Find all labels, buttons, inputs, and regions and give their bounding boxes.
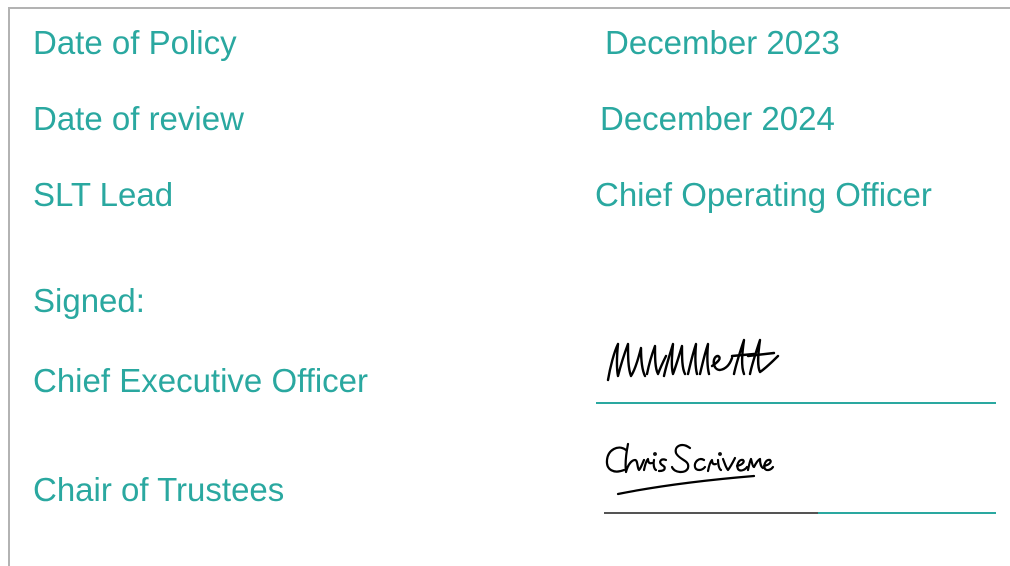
date-of-review-value: December 2024 bbox=[600, 100, 835, 137]
date-of-policy-value: December 2023 bbox=[605, 24, 840, 61]
slt-lead-label: SLT Lead bbox=[33, 176, 174, 213]
ceo-label: Chief Executive Officer bbox=[33, 362, 369, 399]
chair-signature-line-left bbox=[604, 512, 818, 514]
ceo-signature bbox=[606, 338, 780, 382]
date-of-policy-label: Date of Policy bbox=[33, 24, 237, 61]
slt-lead-value: Chief Operating Officer bbox=[595, 176, 932, 213]
date-of-review-label: Date of review bbox=[33, 100, 244, 137]
frame-top-border bbox=[8, 7, 1010, 9]
chair-label: Chair of Trustees bbox=[33, 471, 285, 508]
ceo-signature-line bbox=[596, 402, 996, 404]
chair-signature-line-right bbox=[818, 512, 996, 514]
signed-heading: Signed: bbox=[33, 282, 145, 319]
frame-left-border bbox=[8, 7, 10, 566]
chair-signature bbox=[605, 442, 775, 496]
